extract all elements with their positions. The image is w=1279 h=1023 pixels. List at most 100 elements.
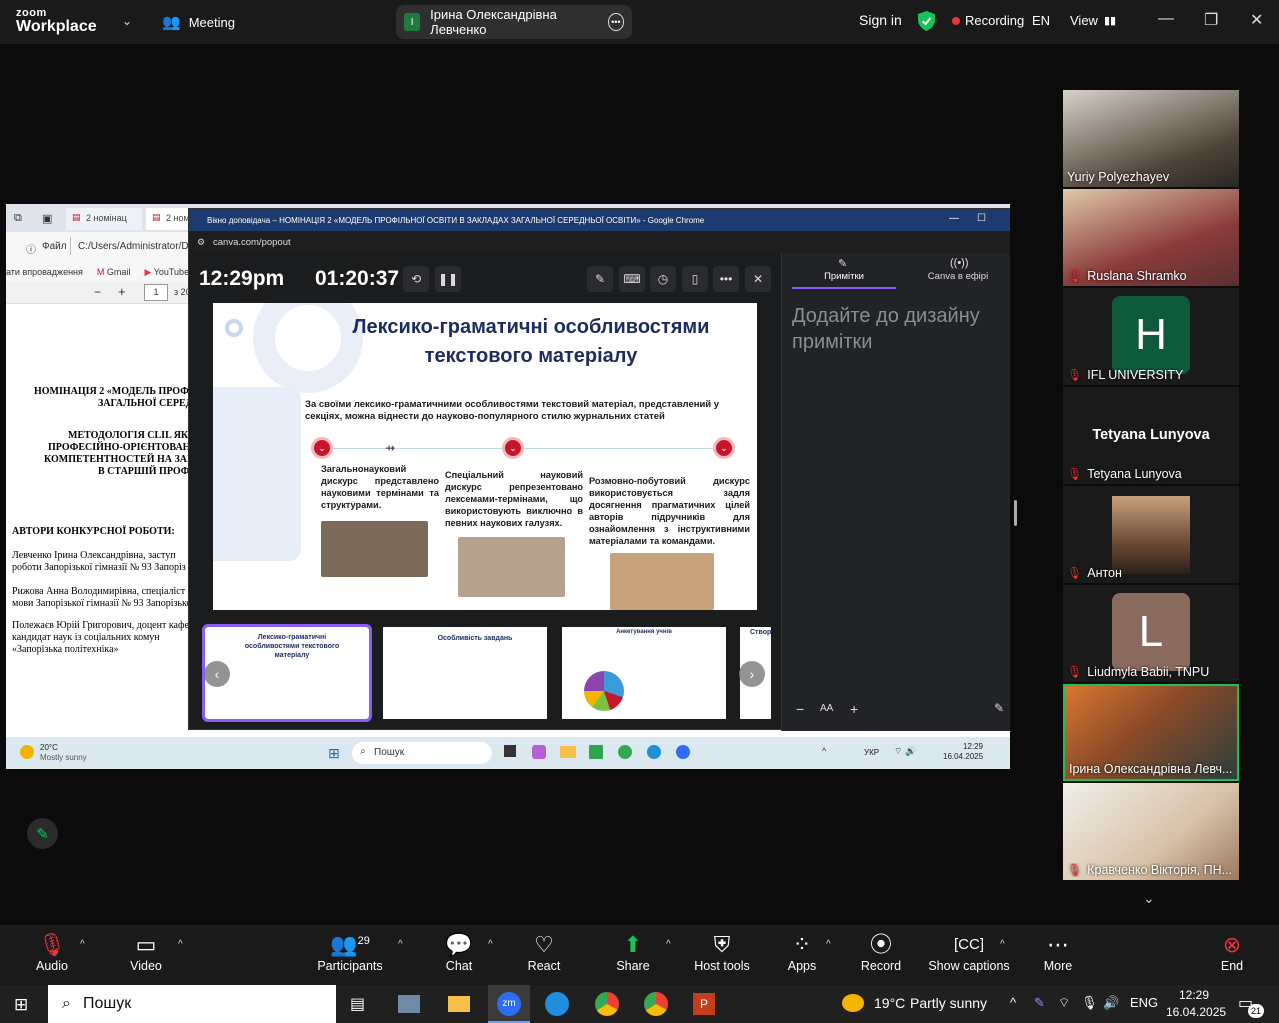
pen-icon[interactable]: ✎	[1034, 995, 1045, 1011]
slide-thumbnail[interactable]: Анкетування учнів	[562, 627, 726, 719]
file-explorer-icon[interactable]	[448, 996, 470, 1012]
chat-button[interactable]: 💬 Chat	[440, 931, 478, 973]
reset-timer-icon[interactable]: ⟲	[403, 266, 429, 292]
network-icon[interactable]: ⌔	[1058, 995, 1070, 1011]
windows-search-box[interactable]: ⌕ Пошук	[48, 985, 336, 1023]
microphone-icon[interactable]: 🎙	[1081, 995, 1098, 1011]
share-options-caret[interactable]: ^	[666, 939, 671, 950]
page-number-input[interactable]: 1	[144, 284, 168, 301]
scroll-down-icon[interactable]: ⌄	[1143, 890, 1155, 907]
notes-placeholder[interactable]: Додайте до дизайну примітки	[792, 303, 1007, 355]
taskbar-search[interactable]: ⌕ Пошук	[352, 742, 492, 764]
draw-icon[interactable]: ✎	[587, 266, 613, 292]
audio-button[interactable]: 🎙 Audio	[30, 931, 74, 973]
record-button[interactable]: ⦿ Record	[860, 931, 902, 973]
edge-icon[interactable]	[647, 745, 661, 759]
share-button[interactable]: ⬆ Share	[614, 931, 652, 973]
timer-icon[interactable]: ◷	[650, 266, 676, 292]
keyboard-icon[interactable]: ⌨	[619, 266, 645, 292]
participant-tile-active-speaker[interactable]: Ірина Олександрівна Левч...	[1063, 684, 1239, 781]
video-button[interactable]: ▭ Video	[124, 931, 168, 973]
app-icon[interactable]	[398, 995, 420, 1013]
tray-chevron-icon[interactable]: ^	[1010, 995, 1016, 1010]
participant-tile[interactable]: Yuriy Polyezhayev	[1063, 90, 1239, 187]
powerpoint-icon[interactable]: P	[693, 993, 715, 1015]
tab-canva-live[interactable]: Canva в ефірі	[908, 271, 1008, 282]
security-shield-icon[interactable]	[918, 11, 935, 31]
more-button[interactable]: ⋯ More	[1040, 931, 1076, 973]
site-settings-icon[interactable]: ⚙	[197, 237, 205, 248]
taskview-icon[interactable]	[504, 745, 516, 757]
zoom-logo-workplace[interactable]: Workplace	[16, 18, 97, 36]
maximize-icon[interactable]: ☐	[977, 213, 986, 224]
tab-actions-icon[interactable]: ▣	[42, 212, 52, 225]
more-options-icon[interactable]: •••	[607, 13, 624, 31]
participant-tile[interactable]: L 🎙 Liudmyla Babii, TNPU	[1063, 585, 1239, 682]
recording-indicator[interactable]: Recording	[952, 13, 1024, 28]
react-button[interactable]: ♡ React	[524, 931, 564, 973]
task-view-icon[interactable]: ▤	[350, 994, 365, 1014]
participant-tile[interactable]: 🎙 Антон	[1063, 486, 1239, 583]
more-icon[interactable]: •••	[713, 266, 739, 292]
bookmark-item[interactable]: ати впровадження	[6, 267, 83, 277]
network-icon[interactable]: ⌔ 🔊	[894, 746, 916, 757]
video-options-caret[interactable]: ^	[178, 939, 183, 950]
thumbnail-prev-icon[interactable]: ‹	[204, 661, 230, 687]
edge-icon[interactable]	[545, 992, 569, 1016]
chrome-icon[interactable]	[618, 745, 632, 759]
participant-tile[interactable]: 🎙 Ruslana Shramko	[1063, 189, 1239, 286]
zoom-app-icon[interactable]	[676, 745, 690, 759]
slide-thumbnail[interactable]: Особливість завдань	[383, 627, 547, 719]
chrome-profile-icon[interactable]	[644, 992, 668, 1016]
active-speaker-pill[interactable]: I Ірина Олександрівна Левченко •••	[396, 5, 632, 39]
thumbnail-next-icon[interactable]: ›	[739, 661, 765, 687]
decrease-font-icon[interactable]: −	[796, 701, 804, 717]
close-icon[interactable]: ✕	[1250, 10, 1263, 30]
zoom-in-icon[interactable]: +	[118, 284, 126, 299]
zoom-taskbar-button[interactable]: zm	[488, 985, 530, 1023]
chevron-down-icon[interactable]: ⌄	[122, 14, 132, 28]
bookmark-youtube[interactable]: ▶ YouTube	[144, 267, 189, 278]
participant-tile[interactable]: H 🎙 IFL UNIVERSITY	[1063, 288, 1239, 385]
apps-options-caret[interactable]: ^	[826, 939, 831, 950]
participants-button[interactable]: 👥29 Participants	[314, 931, 386, 973]
input-language[interactable]: ENG	[1130, 995, 1158, 1010]
volume-icon[interactable]: 🔊	[1103, 995, 1119, 1011]
windows-start-icon[interactable]: ⊞	[328, 745, 340, 762]
clock-time[interactable]: 12:29	[1166, 988, 1222, 1002]
minimize-icon[interactable]: —	[1158, 10, 1174, 28]
app-icon[interactable]	[589, 745, 603, 759]
host-tools-button[interactable]: ⛨ Host tools	[690, 931, 754, 973]
increase-font-icon[interactable]: +	[850, 701, 858, 717]
remote-icon[interactable]: ▯	[682, 266, 708, 292]
chrome-icon[interactable]	[595, 992, 619, 1016]
folder-icon[interactable]	[560, 746, 576, 758]
minimize-icon[interactable]: —	[949, 213, 959, 224]
restore-icon[interactable]: ❐	[1204, 10, 1218, 30]
participant-tile[interactable]: 🎙 Кравченко Вікторія, ПН...	[1063, 783, 1239, 880]
browser-tab[interactable]: ▤ 2 номі	[146, 208, 192, 230]
meeting-menu-button[interactable]: 👥 Meeting	[162, 12, 235, 32]
sign-in-button[interactable]: Sign in	[859, 12, 902, 28]
copilot-icon[interactable]	[532, 745, 546, 759]
view-button[interactable]: View ▮▮	[1070, 13, 1116, 28]
participant-tile[interactable]: Tetyana Lunyova 🎙 Tetyana Lunyova	[1063, 387, 1239, 484]
browser-tab[interactable]: ▤ 2 номінац	[66, 208, 142, 230]
participants-options-caret[interactable]: ^	[398, 939, 403, 950]
chat-options-caret[interactable]: ^	[488, 939, 493, 950]
tray-language[interactable]: УКР	[864, 748, 879, 757]
end-button[interactable]: ⊗ End	[1216, 931, 1248, 973]
tray-chevron-icon[interactable]: ^	[822, 746, 826, 756]
zoom-out-icon[interactable]: −	[94, 285, 101, 299]
clock-date[interactable]: 16.04.2025	[1166, 1005, 1226, 1019]
pause-icon[interactable]: ❚❚	[435, 266, 461, 292]
tab-list-icon[interactable]: ⧉	[14, 212, 22, 225]
close-icon[interactable]: ✕	[745, 266, 771, 292]
windows-start-icon[interactable]: ⊞	[14, 995, 28, 1015]
language-button[interactable]: EN	[1032, 13, 1050, 28]
annotate-pen-icon[interactable]: ✎	[27, 818, 58, 849]
apps-button[interactable]: ⁘ Apps	[784, 931, 820, 973]
edit-notes-icon[interactable]: ✎	[994, 701, 1004, 715]
captions-options-caret[interactable]: ^	[1000, 939, 1005, 950]
captions-button[interactable]: [CC] Show captions	[928, 931, 1010, 973]
